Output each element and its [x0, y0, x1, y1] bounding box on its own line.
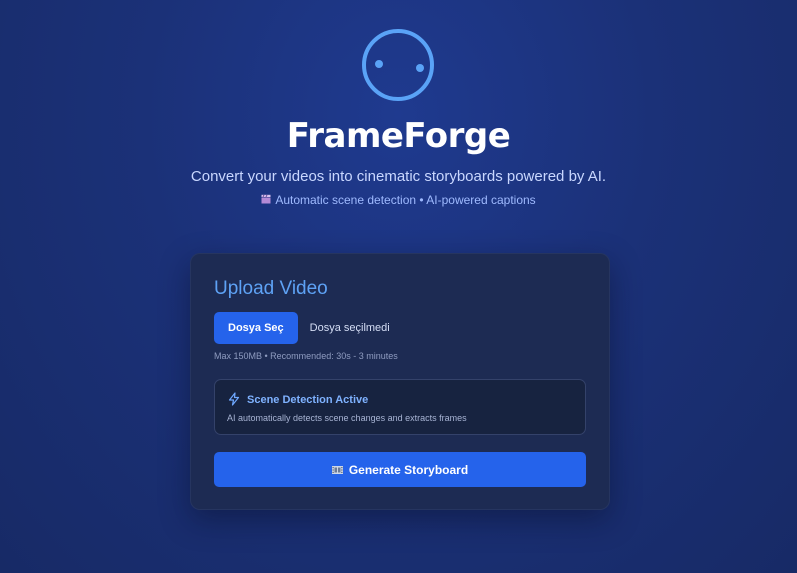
- clapperboard-icon: [261, 194, 271, 207]
- generate-label: Generate Storyboard: [348, 462, 469, 477]
- film-strip-icon: [331, 465, 343, 474]
- file-picker: Dosya Seç Dosya seçilmedi: [214, 312, 390, 344]
- upload-title: Upload Video: [214, 278, 328, 299]
- app-tagline: Convert your videos into cinematic story…: [190, 168, 607, 185]
- robot-face-icon: [362, 29, 434, 101]
- feature-line: Automatic scene detection • AI-powered c…: [0, 193, 797, 207]
- generate-storyboard-button[interactable]: Generate Storyboard: [214, 452, 586, 487]
- info-description: AI automatically detects scene changes a…: [227, 413, 467, 423]
- upload-hint: Max 150MB • Recommended: 30s - 3 minutes: [214, 351, 398, 361]
- feature-text: Automatic scene detection • AI-powered c…: [275, 193, 536, 207]
- scene-detection-info: Scene Detection Active AI automatically …: [214, 379, 586, 435]
- choose-file-button[interactable]: Dosya Seç: [214, 312, 298, 344]
- file-status: Dosya seçilmedi: [309, 322, 390, 334]
- app-title: FrameForge: [286, 116, 511, 156]
- lightning-icon: [228, 392, 240, 406]
- upload-card: Upload Video Dosya Seç Dosya seçilmedi M…: [190, 253, 610, 510]
- info-title: Scene Detection Active: [247, 394, 369, 406]
